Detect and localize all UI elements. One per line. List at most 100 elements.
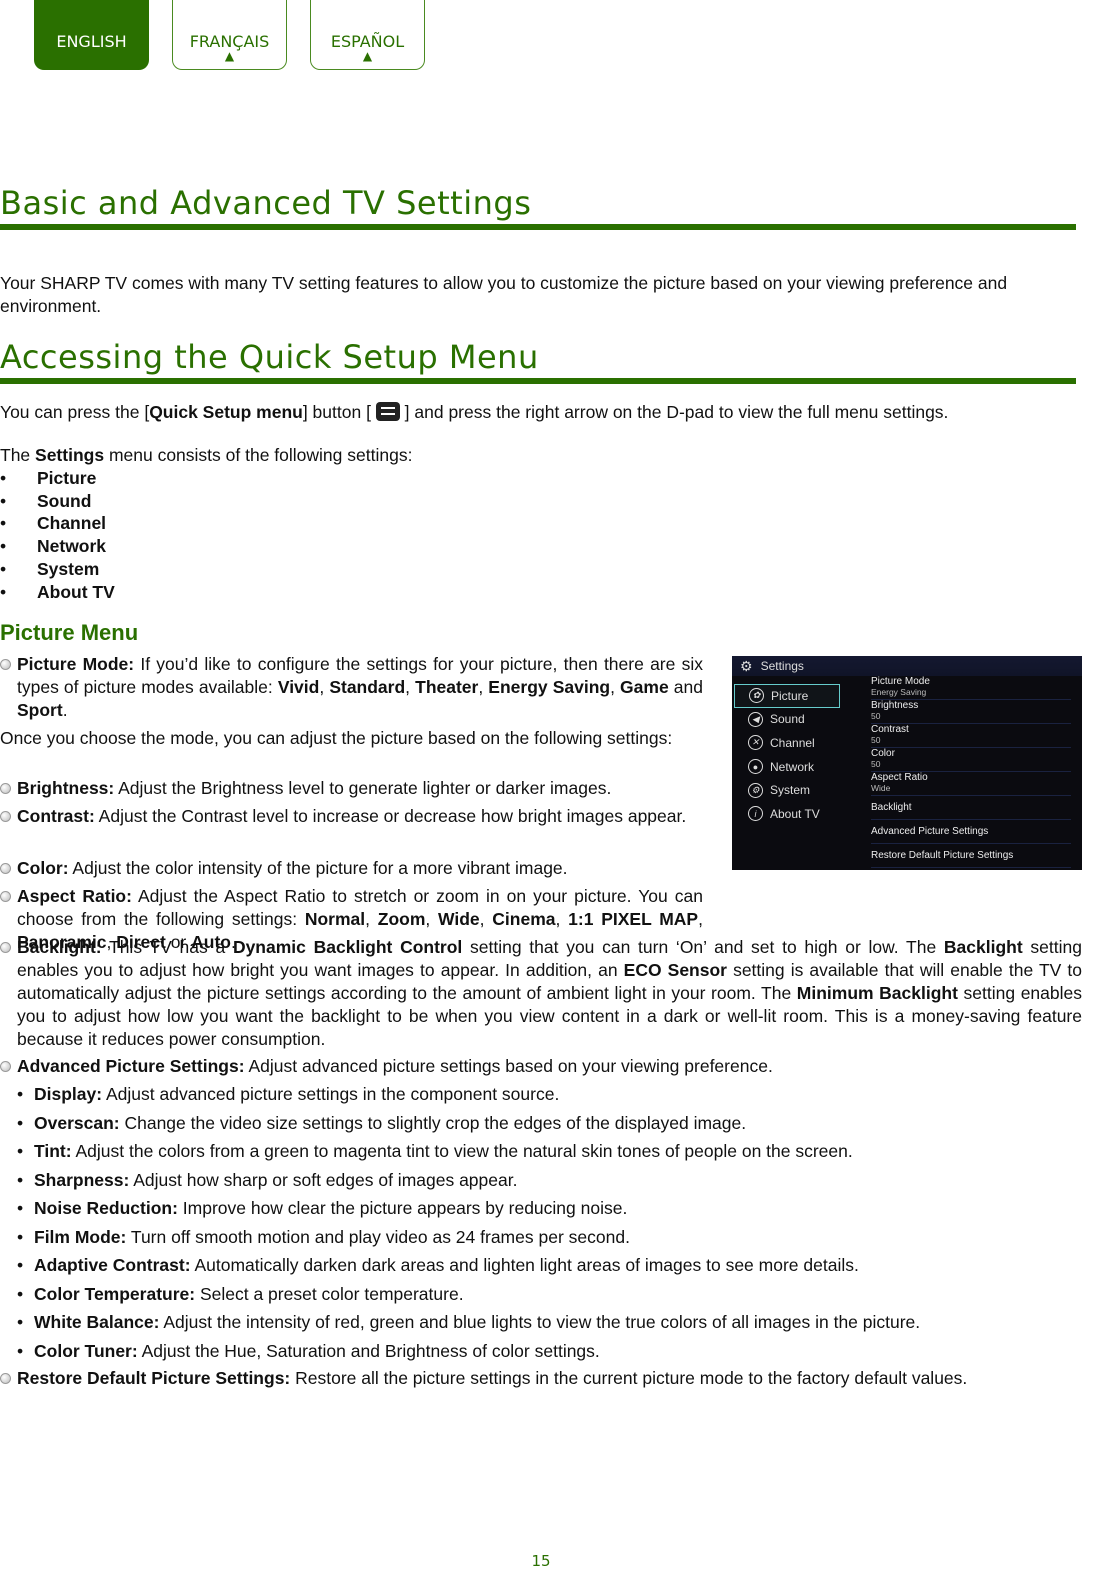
tab-label: ENGLISH — [56, 32, 127, 51]
picture-icon: ✿ — [749, 688, 764, 704]
bold-term: Tint: — [34, 1141, 72, 1161]
network-icon: ● — [748, 759, 763, 775]
tv-setting-item[interactable]: Backlight — [871, 796, 1071, 820]
text-run: The — [0, 445, 36, 465]
bold-term: Display: — [34, 1084, 103, 1104]
bold-term: ECO Sensor — [623, 960, 727, 980]
advanced-setting-item: Display: Adjust advanced picture setting… — [17, 1083, 559, 1106]
text-run: setting that you can turn ‘On’ and set t… — [462, 937, 944, 957]
advanced-setting-item: Adaptive Contrast: Automatically darken … — [17, 1254, 859, 1277]
bold-term: Color Temperature: — [34, 1283, 196, 1304]
bold-term: Normal — [304, 909, 366, 929]
bold-term: Zoom — [377, 909, 426, 929]
tv-menu-label: Picture — [771, 688, 809, 703]
bold-term: Overscan: — [34, 1112, 120, 1133]
language-tabs: ENGLISH FRANÇAIS ▲ ESPAÑOL ▲ — [34, 0, 425, 70]
tv-setting-value: 50 — [871, 759, 881, 769]
intro-paragraph: Your SHARP TV comes with many TV setting… — [0, 272, 1082, 318]
tv-setting-item[interactable]: Aspect Ratio Wide — [871, 772, 1071, 796]
text-run: and — [668, 677, 703, 697]
bold-term: Aspect Ratio: — [17, 886, 132, 906]
text-run: Once you choose the mode, you can adjust… — [0, 728, 673, 748]
bold-term: Color: — [17, 858, 69, 878]
section-title: Basic and Advanced TV Settings — [0, 184, 1076, 230]
text-run: This TV has a — [101, 937, 233, 957]
bold-term: Vivid — [277, 677, 320, 697]
text-run: , — [319, 677, 330, 697]
bold-term: Standard — [329, 677, 406, 697]
tv-menu-item-system[interactable]: ⚙ System — [734, 778, 840, 802]
gear-icon: ⚙ — [740, 657, 753, 674]
bold-term: Sport — [17, 700, 63, 720]
tv-setting-item[interactable]: Contrast 50 — [871, 724, 1071, 748]
tv-setting-name: Backlight — [871, 802, 912, 813]
settings-list-item: System — [0, 558, 1082, 581]
bold-term: Advanced Picture Settings: — [17, 1056, 245, 1076]
tv-setting-value: Wide — [871, 783, 891, 793]
quick-setup-paragraph: You can press the [Quick Setup menu] but… — [0, 401, 1082, 424]
text-run: . — [62, 700, 68, 720]
text-run: You can press the [ — [0, 402, 150, 422]
bold-term: Noise Reduction: — [34, 1198, 178, 1218]
sound-icon: ◀ — [748, 711, 763, 727]
tv-setting-name: Picture Mode — [871, 676, 930, 687]
text-run: Adjust the Hue, Saturation and Brightnes… — [137, 1340, 600, 1361]
tv-setting-item[interactable]: Picture Mode Energy Saving — [871, 676, 1071, 700]
text-run: Change the video size settings to slight… — [119, 1112, 747, 1133]
tv-header-title: Settings — [760, 659, 804, 673]
info-icon: i — [748, 806, 763, 822]
advanced-setting-item: Color Temperature: Select a preset color… — [17, 1283, 464, 1306]
bullet-circle-icon — [0, 811, 11, 822]
text-run: Adjust the colors from a green to magent… — [71, 1141, 853, 1161]
tv-menu-label: About TV — [770, 806, 820, 821]
text-run: Your SHARP TV comes with many TV setting… — [0, 273, 1008, 316]
restore-item: Restore Default Picture Settings: Restor… — [17, 1367, 1082, 1390]
bold-term: Dynamic Backlight Control — [232, 937, 463, 957]
tv-setting-item[interactable]: Advanced Picture Settings — [871, 820, 1071, 844]
advanced-setting-item: White Balance: Adjust the intensity of r… — [17, 1311, 920, 1334]
tv-menu-item-network[interactable]: ● Network — [734, 755, 840, 779]
bold-term: Film Mode: — [34, 1226, 127, 1247]
settings-list-item: Network — [0, 535, 1082, 558]
settings-list-item: Sound — [0, 490, 1082, 513]
tv-menu-label: Channel — [770, 735, 815, 750]
text-run: , — [365, 909, 378, 929]
tv-menu-item-channel[interactable]: ✕ Channel — [734, 731, 840, 755]
tab-english[interactable]: ENGLISH — [34, 0, 149, 70]
system-icon: ⚙ — [748, 782, 763, 798]
bullet-circle-icon — [0, 659, 11, 670]
bullet-circle-icon — [0, 783, 11, 794]
bold-term: Adaptive Contrast: — [34, 1255, 191, 1275]
tv-menu-item-picture[interactable]: ✿ Picture — [734, 684, 840, 708]
bold-term: Quick Setup menu — [149, 402, 303, 422]
text-run: Adjust the Contrast level to increase or… — [94, 806, 687, 826]
text-run: Improve how clear the picture appears by… — [177, 1198, 628, 1218]
advanced-setting-item: Noise Reduction: Improve how clear the p… — [17, 1197, 627, 1220]
settings-list: PictureSoundChannelNetworkSystemAbout TV — [0, 467, 1082, 603]
triangle-up-icon: ▲ — [362, 49, 373, 63]
advanced-setting-item: Film Mode: Turn off smooth motion and pl… — [17, 1226, 630, 1249]
text-run: , — [610, 677, 621, 697]
text-run: ] button [ — [302, 402, 376, 422]
tab-espanol[interactable]: ESPAÑOL ▲ — [310, 0, 425, 70]
tv-menu-item-about-tv[interactable]: i About TV — [734, 802, 840, 826]
tv-settings-screenshot: ⚙ Settings ✿ Picture ◀ Sound ✕ Channel ● Network… — [732, 656, 1082, 870]
text-run: Adjust the color intensity of the pictur… — [68, 858, 568, 878]
bullet-circle-icon — [0, 863, 11, 874]
text-run: ] and press the right arrow on the D-pad… — [399, 402, 949, 422]
tv-menu-item-sound[interactable]: ◀ Sound — [734, 708, 840, 732]
tv-setting-name: Contrast — [871, 724, 909, 735]
tv-setting-item[interactable]: Color 50 — [871, 748, 1071, 772]
advanced-setting-item: Sharpness: Adjust how sharp or soft edge… — [17, 1169, 517, 1192]
tv-setting-value: 50 — [871, 735, 881, 745]
bold-term: Minimum Backlight — [796, 983, 958, 1003]
tv-setting-item[interactable]: Brightness 50 — [871, 700, 1071, 724]
text-run: , — [698, 909, 703, 929]
tv-setting-name: Brightness — [871, 700, 919, 711]
triangle-up-icon: ▲ — [224, 49, 235, 63]
text-run: Adjust how sharp or soft edges of images… — [129, 1169, 518, 1190]
tv-menu: ✿ Picture ◀ Sound ✕ Channel ● Network ⚙ System i Ab… — [734, 684, 840, 826]
tv-setting-item[interactable]: Restore Default Picture Settings — [871, 844, 1071, 868]
tab-francais[interactable]: FRANÇAIS ▲ — [172, 0, 287, 70]
bold-term: Color Tuner: — [34, 1340, 138, 1361]
